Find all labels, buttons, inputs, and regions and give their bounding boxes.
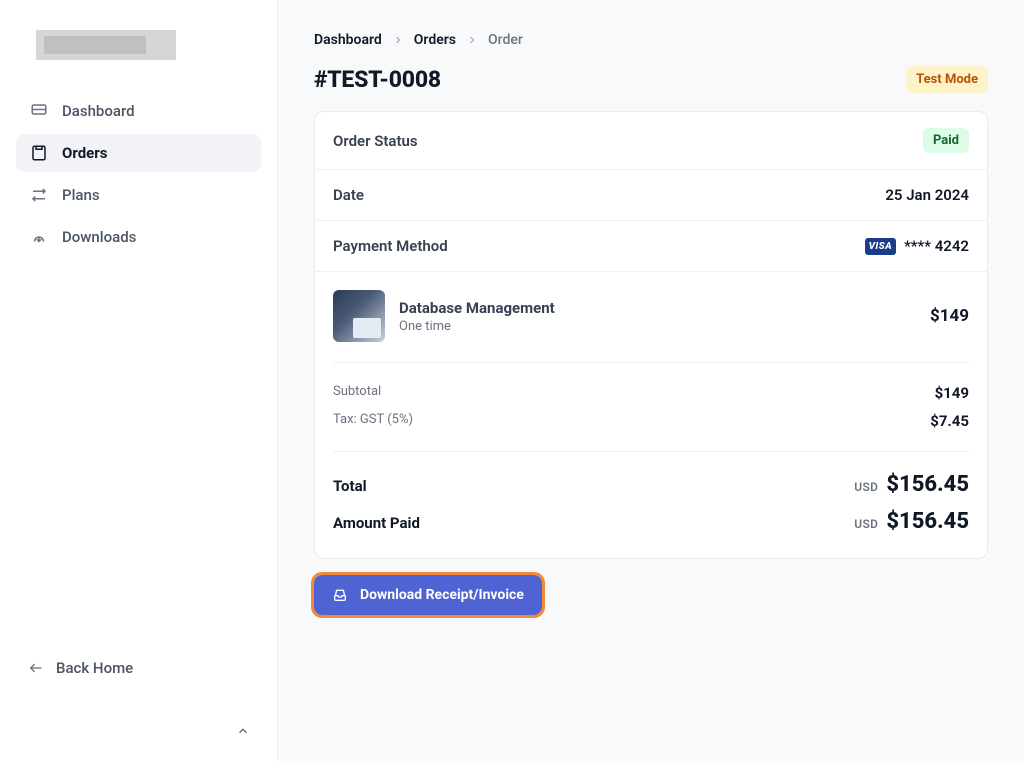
sidebar-item-dashboard[interactable]: Dashboard <box>16 92 261 130</box>
tax-label: Tax: GST (5%) <box>333 412 413 430</box>
payment-method-label: Payment Method <box>333 237 448 255</box>
download-receipt-label: Download Receipt/Invoice <box>360 587 524 603</box>
page-title: #TEST-0008 <box>314 66 441 93</box>
sidebar-item-label: Orders <box>62 144 107 162</box>
back-home-label: Back Home <box>56 659 133 677</box>
plans-icon <box>30 186 48 204</box>
downloads-icon <box>30 228 48 246</box>
status-badge: Paid <box>923 128 969 153</box>
subtotal-value: $149 <box>935 384 969 402</box>
product-name: Database Management <box>399 299 555 317</box>
breadcrumb-current: Order <box>488 32 523 48</box>
sidebar-item-label: Dashboard <box>62 102 135 120</box>
orders-icon <box>30 144 48 162</box>
sidebar: Dashboard Orders Plans Downloads Back Ho… <box>0 0 278 761</box>
sidebar-item-downloads[interactable]: Downloads <box>16 218 261 256</box>
sidebar-nav: Dashboard Orders Plans Downloads <box>16 92 261 256</box>
download-receipt-button[interactable]: Download Receipt/Invoice <box>314 575 542 615</box>
date-value: 25 Jan 2024 <box>885 186 969 204</box>
subtotal-label: Subtotal <box>333 384 381 402</box>
payment-method-value: VISA **** 4242 <box>865 237 969 255</box>
tax-value: $7.45 <box>930 412 969 430</box>
arrow-left-icon <box>28 660 44 676</box>
dashboard-icon <box>30 102 48 120</box>
order-status-label: Order Status <box>333 132 418 150</box>
logo <box>36 30 176 60</box>
card-number: **** 4242 <box>904 237 969 255</box>
order-card: Order Status Paid Date 25 Jan 2024 Payme… <box>314 111 988 559</box>
amount-paid-label: Amount Paid <box>333 514 420 532</box>
sidebar-collapse-button[interactable] <box>231 719 255 743</box>
line-item: Database Management One time $149 <box>333 290 969 363</box>
chevron-right-icon <box>466 34 478 46</box>
currency-label: USD <box>854 480 878 494</box>
visa-icon: VISA <box>865 238 896 255</box>
total-value: $156.45 <box>886 472 969 497</box>
total-label: Total <box>333 477 367 495</box>
sidebar-item-label: Plans <box>62 186 100 204</box>
breadcrumb: Dashboard Orders Order <box>314 32 988 48</box>
date-label: Date <box>333 186 364 204</box>
main-content: Dashboard Orders Order #TEST-0008 Test M… <box>278 0 1024 761</box>
chevron-up-icon <box>236 724 250 738</box>
breadcrumb-dashboard[interactable]: Dashboard <box>314 32 382 48</box>
sidebar-item-orders[interactable]: Orders <box>16 134 261 172</box>
back-home-link[interactable]: Back Home <box>16 649 261 687</box>
product-subtitle: One time <box>399 319 555 334</box>
product-thumbnail <box>333 290 385 342</box>
summary-section: Subtotal $149 Tax: GST (5%) $7.45 <box>333 363 969 452</box>
product-price: $149 <box>930 306 969 326</box>
sidebar-item-label: Downloads <box>62 228 136 246</box>
currency-label: USD <box>854 517 878 531</box>
chevron-right-icon <box>392 34 404 46</box>
amount-paid-value: $156.45 <box>886 509 969 534</box>
breadcrumb-orders[interactable]: Orders <box>414 32 456 48</box>
test-mode-badge: Test Mode <box>906 66 988 93</box>
sidebar-item-plans[interactable]: Plans <box>16 176 261 214</box>
totals-section: Total USD $156.45 Amount Paid USD $156.4… <box>333 452 969 540</box>
inbox-icon <box>332 587 348 603</box>
